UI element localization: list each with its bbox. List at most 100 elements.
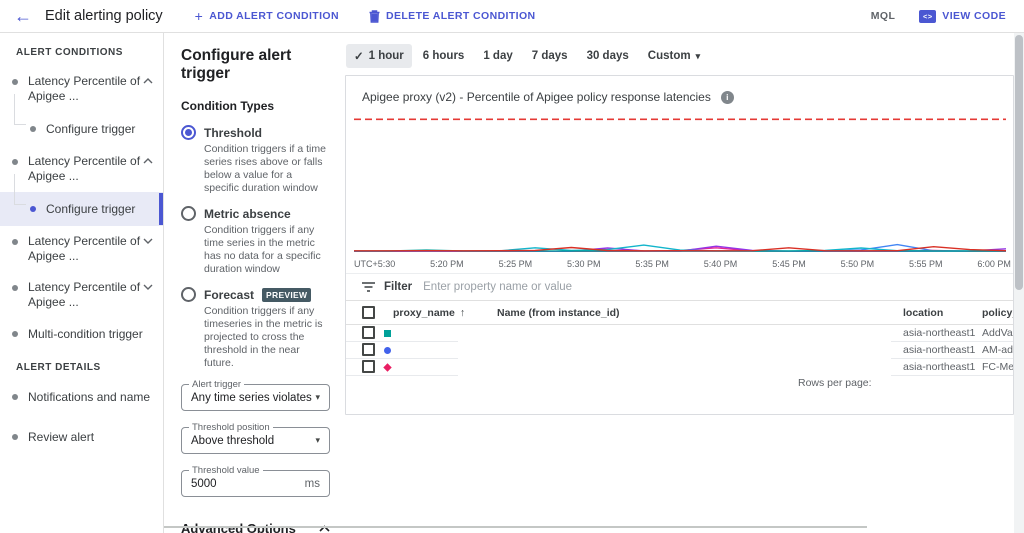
check-icon: ✓ [354,51,364,63]
row-checkbox[interactable] [362,360,375,373]
column-policy-name[interactable]: policy_name [982,307,1013,319]
delete-alert-condition-button[interactable]: DELETE ALERT CONDITION [369,9,536,23]
sidebar-item-multi-condition-trigger[interactable]: Multi-condition trigger [0,318,163,350]
sidebar-item-notifications-and-name[interactable]: Notifications and name [0,381,163,413]
sidebar-item-configure-trigger-2-selected[interactable]: Configure trigger [0,174,163,226]
sidebar-item-label: Latency Percentile of Apigee ... [28,74,141,103]
page-scrollbar[interactable] [1014,33,1024,533]
caret-down-icon: ▾ [315,392,320,402]
alert-trigger-select[interactable]: Alert trigger Any time series violates ▾ [181,379,330,411]
select-all-checkbox[interactable] [362,306,375,319]
table-filter-row: Filter [346,273,1013,301]
bullet-icon [30,206,36,212]
radio-selected-icon[interactable] [181,125,196,140]
sidebar-item-label: Notifications and name [28,390,151,404]
sort-up-icon: ↑ [459,307,466,319]
x-tick: 5:25 PM [498,259,533,269]
x-tick: UTC+5:30 [354,259,396,269]
radio-forecast[interactable]: Forecast PREVIEW [181,287,330,302]
section-divider [164,526,867,528]
chevron-down-icon[interactable] [143,284,153,290]
radio-metric-absence[interactable]: Metric absence [181,206,330,221]
sidebar-item-label: Multi-condition trigger [28,327,143,341]
bullet-icon [12,159,18,165]
column-location[interactable]: location [903,307,943,319]
panel-title: Configure alert trigger [181,47,292,82]
plus-icon: + [194,7,204,24]
radio-description: Condition triggers if a time series rise… [204,143,326,194]
filter-input[interactable] [421,280,997,294]
radio-description: Condition triggers if any time series in… [204,224,321,275]
bullet-icon [12,239,18,245]
sidebar-item-condition-4[interactable]: Latency Percentile of Apigee ... [0,272,163,318]
x-tick: 5:30 PM [566,259,601,269]
table-row[interactable]: asia-northeast1 AddVaria [346,325,1013,342]
bullet-icon [12,285,18,291]
sidebar-item-review-alert[interactable]: Review alert [0,421,163,453]
filter-label: Filter [384,281,413,293]
back-arrow-icon[interactable]: ← [14,7,32,25]
bullet-icon [12,79,18,85]
radio-label: Forecast [204,287,255,302]
latency-line-chart[interactable] [354,98,1006,258]
metric-chart-card: Apigee proxy (v2) - Percentile of Apigee… [345,75,1014,415]
alert-details-section-label: ALERT DETAILS [16,362,101,373]
policy-name-cell: AddVaria [982,327,1013,339]
bullet-icon [12,434,18,440]
column-proxy-name[interactable]: proxy_name ↑ [393,307,465,319]
table-header: proxy_name ↑ Name (from instance_id) loc… [346,302,1013,325]
time-range-1-day[interactable]: 1 day [475,45,520,67]
edit-alerting-policy-page: ← Edit alerting policy + ADD ALERT CONDI… [0,0,1024,533]
radio-icon[interactable] [181,287,196,302]
radio-threshold[interactable]: Threshold [181,125,330,140]
policy-name-cell: AM-addH [982,344,1013,356]
add-alert-condition-label: ADD ALERT CONDITION [209,10,339,22]
row-checkbox[interactable] [362,343,375,356]
add-alert-condition-button[interactable]: + ADD ALERT CONDITION [194,7,339,24]
table-row[interactable]: asia-northeast1 AM-addH [346,342,1013,359]
time-range-custom[interactable]: Custom ▾ [640,45,708,67]
threshold-value-field[interactable]: Threshold value ms [181,465,330,497]
series-marker [384,347,391,354]
radio-label: Metric absence [204,206,291,221]
bullet-icon [12,331,18,337]
row-checkbox[interactable] [362,326,375,339]
sidebar-item-condition-3[interactable]: Latency Percentile of Apigee ... [0,226,163,272]
series-marker [384,330,391,337]
policy-name-cell: FC-Messa [982,361,1014,373]
time-range-1-hour[interactable]: ✓ 1 hour [346,44,412,68]
field-label: Threshold position [189,422,273,433]
chart-x-axis: UTC+5:30 5:20 PM 5:25 PM 5:30 PM 5:35 PM… [354,259,1011,269]
radio-description: Condition triggers if any timeseries in … [204,305,323,369]
chevron-up-icon[interactable] [143,158,153,164]
sidebar-item-label: Latency Percentile of Apigee ... [28,280,141,309]
field-label: Alert trigger [189,379,245,390]
time-range-7-days[interactable]: 7 days [524,45,576,67]
chevron-down-icon[interactable] [143,238,153,244]
threshold-value-input[interactable] [191,477,251,490]
sidebar-item-configure-trigger-1[interactable]: Configure trigger [0,94,163,146]
tree-connector [14,174,26,205]
table-row[interactable]: asia-northeast1 FC-Messa [346,359,1013,376]
threshold-position-select[interactable]: Threshold position Above threshold ▾ [181,422,330,454]
field-label: Threshold value [189,465,263,476]
time-range-6-hours[interactable]: 6 hours [415,45,473,67]
x-tick: 5:55 PM [909,259,943,269]
steps-sidebar: ALERT CONDITIONS Latency Percentile of A… [0,33,164,533]
location-cell: asia-northeast1 [903,327,976,339]
page-title: Edit alerting policy [45,8,163,24]
radio-icon[interactable] [181,206,196,221]
scrollbar-thumb[interactable] [1015,35,1023,290]
column-name-from-instance-id[interactable]: Name (from instance_id) [497,307,620,319]
preview-badge: PREVIEW [262,287,312,302]
field-value: Above threshold [191,434,275,447]
field-value: Any time series violates [191,391,312,404]
chevron-up-icon[interactable] [143,78,153,84]
mql-button[interactable]: MQL [871,10,896,22]
view-code-button[interactable]: <> VIEW CODE [919,9,1006,23]
x-tick: 5:35 PM [635,259,669,269]
x-tick: 5:50 PM [840,259,875,269]
sidebar-item-label: Configure trigger [46,202,136,216]
x-tick: 5:45 PM [772,259,806,269]
time-range-30-days[interactable]: 30 days [579,45,637,67]
